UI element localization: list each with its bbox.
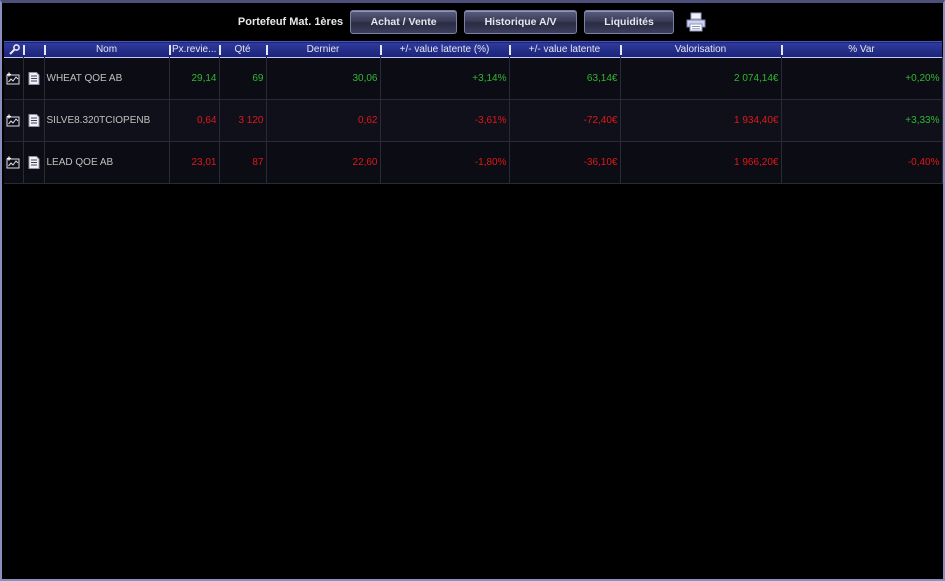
row-dernier: 22,60 [266,141,381,184]
row-value-latente: -36,10€ [509,141,621,184]
document-icon[interactable] [27,156,41,169]
row-valorisation: 1 966,20€ [620,141,782,184]
row-chart-cell[interactable] [4,57,24,100]
toolbar: Portefeuf Mat. 1ères Achat / Vente Histo… [2,9,943,35]
row-chart-cell[interactable] [4,141,24,184]
row-value-latente: 63,14€ [509,57,621,100]
table-row[interactable]: WHEAT QOE AB 29,14 69 30,06 +3,14% 63,14€ 2 07… [4,57,943,100]
row-qte: 3 120 [219,99,267,142]
column-header-value-latente-pct[interactable]: +/- value latente (%) [380,42,509,58]
row-value-latente-pct: +3,14% [380,57,510,100]
row-dernier: 0,62 [266,99,381,142]
table-row[interactable]: SILVE8.320TCIOPENB 0,64 3 120 0,62 -3,61% -72… [4,99,943,142]
table-header: Nom Px.revie... Qté Dernier +/- value la… [4,41,942,58]
chart-add-icon[interactable] [6,156,20,169]
row-nom[interactable]: SILVE8.320TCIOPENB [44,99,170,142]
row-value-latente-pct: -3,61% [380,99,510,142]
row-px-revient: 0,64 [169,99,220,142]
column-header-dernier[interactable]: Dernier [266,42,380,58]
table-row[interactable]: LEAD QOE AB 23,01 87 22,60 -1,80% -36,10€ 1 96… [4,141,943,184]
row-nom[interactable]: WHEAT QOE AB [44,57,170,100]
column-header-value-latente[interactable]: +/- value latente [509,42,620,58]
column-header-px-revient[interactable]: Px.revie... [169,42,219,58]
portfolio-window: Portefeuf Mat. 1ères Achat / Vente Histo… [0,0,945,581]
row-chart-cell[interactable] [4,99,24,142]
settings-column[interactable] [4,42,23,58]
wrench-icon [8,43,20,55]
portfolio-table: Nom Px.revie... Qté Dernier +/- value la… [4,41,943,184]
column-header-qte[interactable]: Qté [219,42,266,58]
printer-icon[interactable] [685,12,707,32]
history-button[interactable]: Historique A/V [464,10,578,34]
column-header-blank [23,42,44,58]
row-valorisation: 1 934,40€ [620,99,782,142]
chart-add-icon[interactable] [6,72,20,85]
row-nom[interactable]: LEAD QOE AB [44,141,170,184]
row-valorisation: 2 074,14€ [620,57,782,100]
row-document-cell[interactable] [23,141,45,184]
row-var: +0,20% [781,57,943,100]
column-header-var[interactable]: % Var [781,42,942,58]
column-header-nom[interactable]: Nom [44,42,169,58]
chart-add-icon[interactable] [6,114,20,127]
column-header-valorisation[interactable]: Valorisation [620,42,781,58]
row-qte: 69 [219,57,267,100]
row-document-cell[interactable] [23,57,45,100]
liquidity-button[interactable]: Liquidités [584,10,675,34]
row-qte: 87 [219,141,267,184]
row-var: -0,40% [781,141,943,184]
row-var: +3,33% [781,99,943,142]
row-px-revient: 29,14 [169,57,220,100]
portfolio-title: Portefeuf Mat. 1ères [237,16,344,28]
row-document-cell[interactable] [23,99,45,142]
row-px-revient: 23,01 [169,141,220,184]
buy-sell-button[interactable]: Achat / Vente [350,10,458,34]
row-dernier: 30,06 [266,57,381,100]
row-value-latente-pct: -1,80% [380,141,510,184]
document-icon[interactable] [27,72,41,85]
row-value-latente: -72,40€ [509,99,621,142]
document-icon[interactable] [27,114,41,127]
